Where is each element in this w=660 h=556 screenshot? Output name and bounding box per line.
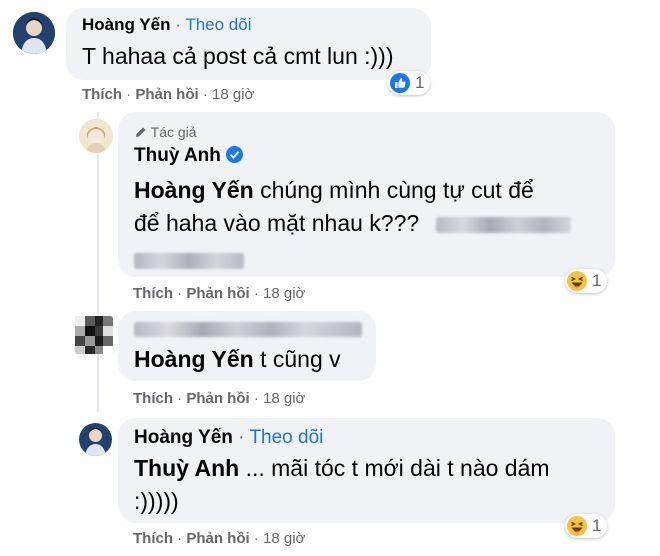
avatar-thuy-anh[interactable] [79, 119, 113, 153]
redacted-name [435, 216, 571, 233]
like-button[interactable]: Thích [133, 530, 173, 547]
avatar-hoang-yen[interactable] [13, 12, 55, 54]
haha-icon [567, 516, 587, 536]
comment-bubble: Tác giả Thuỳ Anh Hoàng Yến chúng mình cù… [118, 112, 615, 277]
comment-text: Thuỳ Anh ... mãi tóc t mới dài t nào dám… [134, 455, 550, 514]
reaction-count: 1 [415, 73, 425, 92]
avatar-hoang-yen[interactable] [79, 423, 112, 456]
comment-actions: Thích · Phản hồi · 18 giờ [133, 285, 306, 302]
reply-button[interactable]: Phản hồi [186, 530, 249, 547]
profile-photo-icon [79, 119, 113, 153]
comment-actions: Thích · Phản hồi · 18 giờ [133, 530, 306, 547]
reaction-count: 1 [592, 516, 602, 535]
reaction-count: 1 [592, 271, 602, 290]
reply-button[interactable]: Phản hồi [186, 390, 249, 407]
redacted-name [134, 252, 244, 269]
profile-photo-icon [79, 423, 112, 456]
like-button[interactable]: Thích [82, 86, 122, 103]
haha-icon [567, 271, 587, 291]
mention-link[interactable]: Thuỳ Anh [134, 455, 239, 481]
comment-text: Hoàng Yến chúng mình cùng tự cut để để h… [134, 174, 604, 273]
reaction-summary[interactable]: 1 [565, 269, 608, 293]
reaction-summary[interactable]: 1 [565, 514, 608, 538]
comment-timestamp[interactable]: 18 giờ [212, 86, 254, 103]
pixelated-avatar-icon [75, 316, 113, 354]
comment-author[interactable]: Hoàng Yến [82, 15, 170, 34]
pencil-icon [136, 127, 146, 137]
profile-photo-icon [13, 12, 55, 54]
like-button[interactable]: Thích [133, 285, 173, 302]
comment-timestamp[interactable]: 18 giờ [263, 530, 305, 547]
separator-dot: · [238, 427, 245, 448]
comment-author[interactable]: Thuỳ Anh [134, 145, 221, 166]
follow-link[interactable]: Theo dõi [249, 427, 323, 448]
separator-dot: · [175, 15, 181, 34]
like-button[interactable]: Thích [133, 390, 173, 407]
comment-timestamp[interactable]: 18 giờ [263, 285, 305, 302]
comment-actions: Thích · Phản hồi · 18 giờ [82, 86, 255, 103]
comment-author[interactable]: Hoàng Yến [134, 427, 233, 448]
mention-link[interactable]: Hoàng Yến [134, 346, 254, 372]
reply-button[interactable]: Phản hồi [186, 285, 249, 302]
like-icon [390, 73, 410, 93]
comment-actions: Thích · Phản hồi · 18 giờ [133, 390, 306, 407]
reply-button[interactable]: Phản hồi [135, 86, 198, 103]
comment-bubble: Hoàng Yến t cũng v [118, 311, 376, 381]
comment-timestamp[interactable]: 18 giờ [263, 390, 305, 407]
redacted-author [134, 322, 362, 337]
mention-link[interactable]: Hoàng Yến [134, 177, 254, 203]
comment-text: T hahaa cả post cả cmt lun :))) [82, 43, 394, 69]
comment-text: Hoàng Yến t cũng v [134, 346, 341, 372]
comment-bubble: Hoàng Yến · Theo dõi T hahaa cả post cả … [66, 8, 431, 80]
verified-badge-icon [226, 146, 244, 163]
thread-line [97, 112, 99, 412]
author-badge: Tác giả [134, 124, 197, 140]
follow-link[interactable]: Theo dõi [185, 15, 251, 34]
avatar-redacted[interactable] [75, 316, 113, 354]
comment-bubble: Hoàng Yến · Theo dõi Thuỳ Anh ... mãi tó… [118, 418, 615, 523]
reaction-summary[interactable]: 1 [388, 71, 431, 95]
